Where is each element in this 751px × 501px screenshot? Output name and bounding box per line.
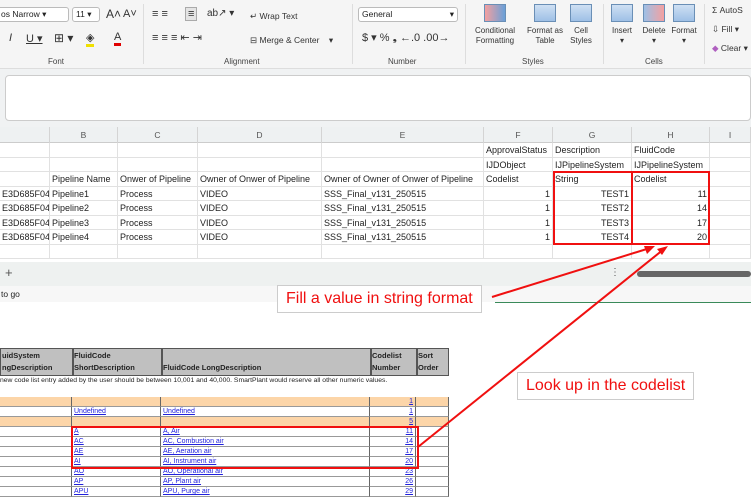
callout-string-format: Fill a value in string format bbox=[277, 285, 482, 313]
arrow-string bbox=[491, 247, 651, 298]
arrowhead-string bbox=[644, 246, 655, 254]
arrows bbox=[417, 246, 668, 448]
arrow-codelist bbox=[417, 248, 665, 448]
callout-codelist: Look up in the codelist bbox=[517, 372, 695, 400]
